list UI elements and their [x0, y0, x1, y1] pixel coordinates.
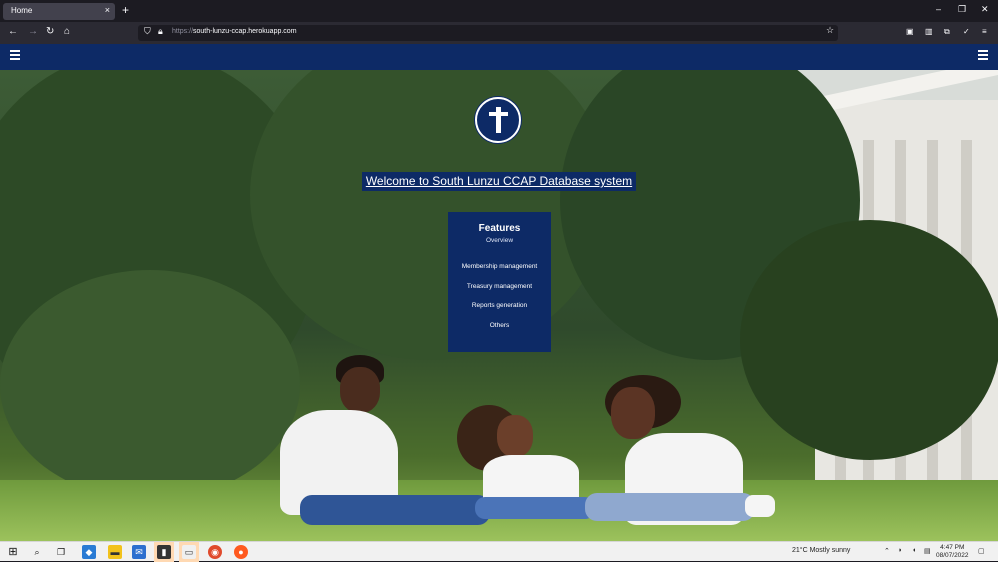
tray-overflow-icon[interactable]: ⌃ [884, 547, 890, 555]
features-list: Membership management Treasury managemen… [448, 262, 551, 340]
address-bar[interactable]: ⛉ 🔒︎ https://south-lunzu-ccap.herokuapp.… [138, 25, 838, 41]
shield-icon[interactable]: ⛉ [144, 26, 151, 37]
url-host: south-lunzu-ccap.herokuapp.com [193, 28, 297, 35]
browser-toolbar: ← → ↻ ⌂ ⛉ 🔒︎ https://south-lunzu-ccap.he… [0, 22, 998, 44]
chrome-icon[interactable]: ◉ [208, 545, 222, 559]
woman [585, 375, 780, 525]
vscode-icon[interactable]: ◆ [82, 545, 96, 559]
browser-tab-bar: Home × + – ❐ ✕ [0, 0, 998, 22]
clock-time: 4:47 PM [940, 544, 965, 551]
child [455, 405, 595, 525]
pocket-icon[interactable]: ▣ [906, 27, 914, 36]
features-panel: Features Overview Membership management … [448, 212, 551, 352]
maximize-icon[interactable]: ❐ [958, 4, 966, 15]
extension-icon[interactable]: ✓ [963, 27, 970, 36]
feature-item-membership: Membership management [461, 263, 538, 270]
mail-icon[interactable]: ✉ [132, 545, 146, 559]
search-icon[interactable]: ⌕ [30, 545, 44, 559]
feature-item-treasury: Treasury management [466, 282, 533, 290]
desktop-app-icon[interactable]: ▭ [182, 545, 196, 559]
start-icon[interactable]: ⊞ [6, 545, 20, 559]
firefox-icon[interactable]: ● [234, 545, 248, 559]
features-title: Features [478, 223, 521, 234]
tab-title: Home [11, 6, 33, 15]
left-menu-icon[interactable] [10, 50, 20, 60]
new-tab-icon[interactable]: + [122, 3, 129, 17]
tree [0, 270, 300, 500]
network-icon[interactable]: ◗ [898, 547, 902, 554]
language-icon[interactable]: ▤ [924, 547, 931, 555]
page-viewport: Welcome to South Lunzu CCAP Database sys… [0, 44, 998, 541]
url-text[interactable]: https://south-lunzu-ccap.herokuapp.com [172, 28, 297, 35]
church-logo [475, 97, 521, 143]
welcome-heading: Welcome to South Lunzu CCAP Database sys… [362, 172, 636, 191]
hero-background-image: Welcome to South Lunzu CCAP Database sys… [0, 70, 998, 541]
tab-close-icon[interactable]: × [105, 5, 110, 15]
weather-status[interactable]: 21°C Mostly sunny [792, 547, 850, 554]
library-icon[interactable]: ▥ [925, 27, 933, 36]
bookmark-star-icon[interactable]: ☆ [826, 25, 834, 36]
url-protocol: https:// [172, 28, 194, 35]
file-explorer-icon[interactable]: ▬ [108, 545, 122, 559]
feature-item-reports: Reports generation [471, 302, 528, 309]
feature-item-others: Others [489, 321, 510, 329]
site-navbar [0, 44, 998, 70]
home-icon[interactable]: ⌂ [64, 26, 70, 37]
features-subtitle: Overview [485, 237, 514, 244]
windows-taskbar: ⊞ ⌕ ❐ ◆ ▬ ✉ ▮ ▭ ◉ ● 21°C Mostly sunny ⌃ … [0, 541, 998, 562]
right-menu-icon[interactable] [978, 50, 988, 60]
browser-tab[interactable]: Home × [3, 3, 115, 20]
forward-icon[interactable]: → [28, 26, 38, 37]
back-icon[interactable]: ← [8, 26, 18, 37]
app-menu-icon[interactable]: ≡ [982, 27, 987, 36]
task-view-icon[interactable]: ❐ [54, 545, 68, 559]
reload-icon[interactable]: ↻ [46, 26, 54, 37]
volume-icon[interactable]: ◖ [912, 547, 916, 554]
minimize-icon[interactable]: – [936, 4, 941, 14]
lock-icon[interactable]: 🔒︎ [158, 26, 163, 37]
taskbar-clock[interactable]: 4:47 PM 08/07/2022 [936, 544, 969, 560]
notifications-icon[interactable]: ▢ [978, 547, 985, 555]
terminal-icon[interactable]: ▮ [157, 545, 171, 559]
window-close-icon[interactable]: ✕ [981, 4, 989, 15]
screenshot-icon[interactable]: ⧉ [944, 27, 950, 37]
clock-date: 08/07/2022 [936, 552, 969, 559]
